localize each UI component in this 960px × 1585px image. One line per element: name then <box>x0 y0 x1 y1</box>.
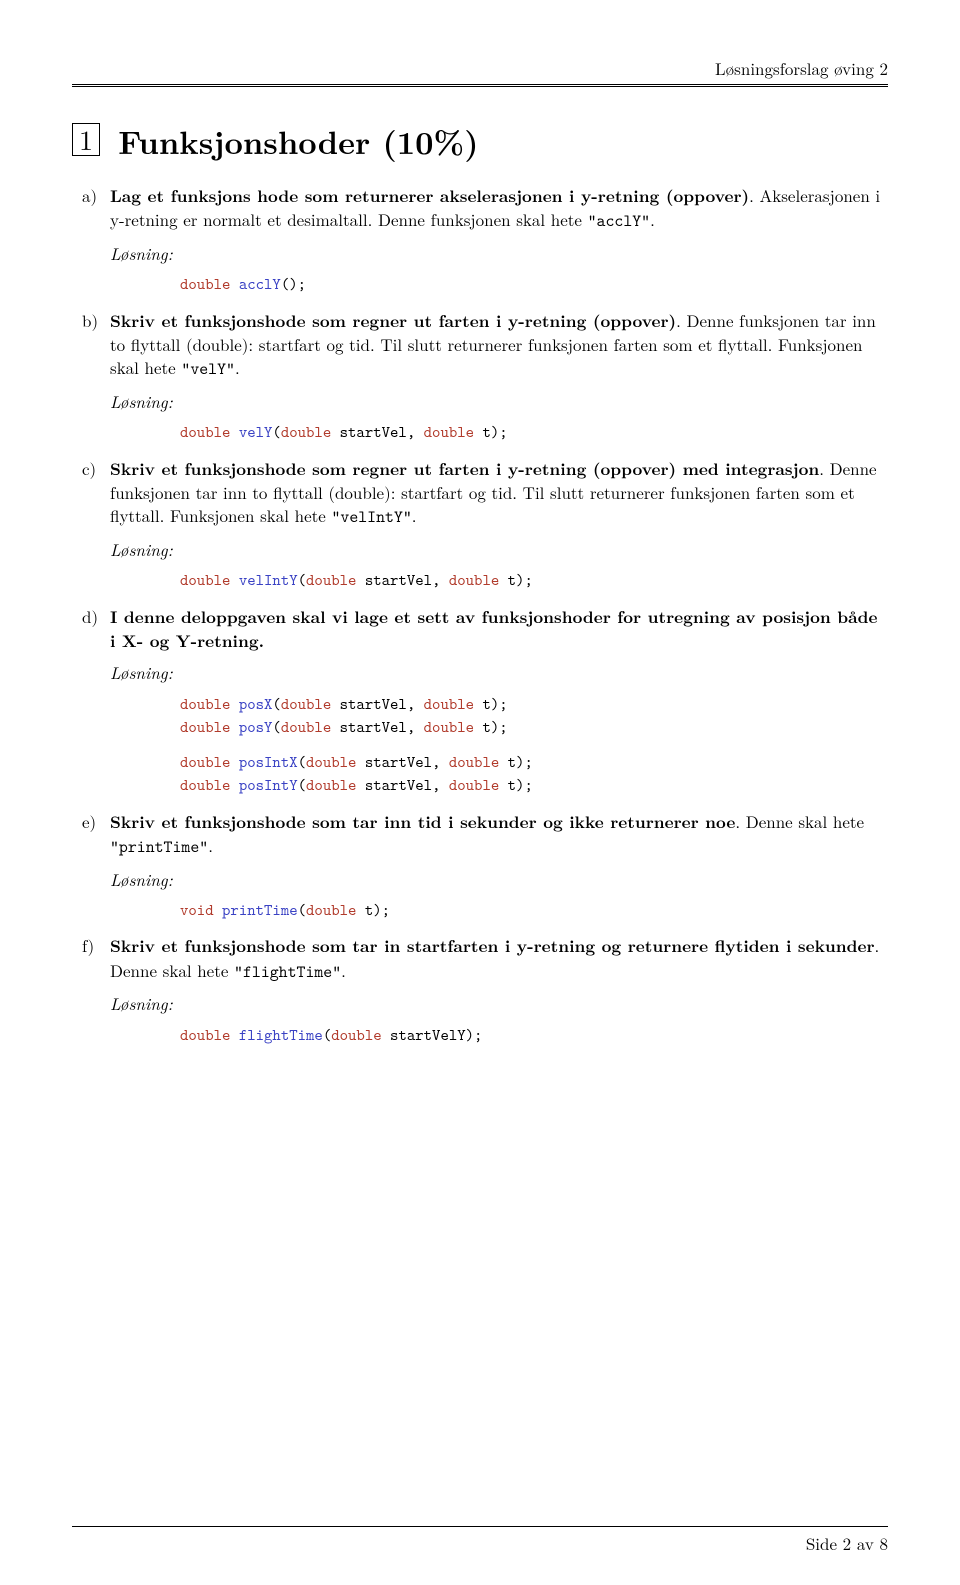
question-c-label: c) <box>82 457 96 480</box>
question-list: a) Lag et funksjons hode som returnerer … <box>72 184 888 1047</box>
question-a-label: a) <box>82 184 97 207</box>
solution-label-b: Løsning: <box>110 390 888 413</box>
solution-label-d: Løsning: <box>110 661 888 684</box>
question-c: c) Skriv et funksjonshode som regner ut … <box>110 457 888 593</box>
code-c: double velIntY(double startVel, double t… <box>180 569 888 592</box>
question-e-text2: . <box>208 833 213 857</box>
question-f: f) Skriv et funksjonshode som tar in sta… <box>110 934 888 1047</box>
footer: Side 2 av 8 <box>72 1526 888 1555</box>
question-d-label: d) <box>82 605 98 628</box>
solution-label-a: Løsning: <box>110 242 888 265</box>
question-d: d) I denne deloppgaven skal vi lage et s… <box>110 605 888 798</box>
question-e-tt: "printTime" <box>110 836 208 858</box>
question-b-label: b) <box>82 309 98 332</box>
solution-label-e: Løsning: <box>110 868 888 891</box>
question-a: a) Lag et funksjons hode som returnerer … <box>110 184 888 297</box>
header-rule <box>72 84 888 87</box>
question-b-tt: "velY" <box>181 358 235 380</box>
code-d-1: double posX(double startVel, double t); … <box>180 693 888 739</box>
question-f-tt: "flightTime" <box>234 961 341 983</box>
solution-label-f: Løsning: <box>110 992 888 1015</box>
question-a-text2: . <box>650 207 655 231</box>
solution-label-c: Løsning: <box>110 538 888 561</box>
section-title: 1 Funksjonshoder (10%) <box>72 119 888 164</box>
question-a-tt: "acclY" <box>588 210 650 232</box>
question-a-bold: Lag et funksjons hode som returnerer aks… <box>110 184 749 208</box>
page: Løsningsforslag øving 2 1 Funksjonshoder… <box>0 0 960 1585</box>
footer-rule <box>72 1526 888 1527</box>
question-f-bold: Skriv et funksjonshode som tar in startf… <box>110 934 875 958</box>
question-e-label: e) <box>82 810 96 833</box>
question-b-bold: Skriv et funksjonshode som regner ut far… <box>110 309 676 333</box>
question-f-text2: . <box>341 958 346 982</box>
question-f-label: f) <box>82 934 94 957</box>
page-number: Side 2 av 8 <box>72 1531 888 1555</box>
code-e: void printTime(double t); <box>180 899 888 922</box>
code-f: double flightTime(double startVelY); <box>180 1024 888 1047</box>
question-b: b) Skriv et funksjonshode som regner ut … <box>110 309 888 445</box>
question-d-bold: I denne deloppgaven skal vi lage et sett… <box>110 605 877 653</box>
question-e-bold: Skriv et funksjonshode som tar inn tid i… <box>110 810 735 834</box>
question-e: e) Skriv et funksjonshode som tar inn ti… <box>110 810 888 923</box>
code-d-2: double posIntX(double startVel, double t… <box>180 751 888 797</box>
code-a: double acclY(); <box>180 273 888 296</box>
section-title-text: Funksjonshoder (10%) <box>118 119 478 164</box>
question-c-tt: "velIntY" <box>331 506 411 528</box>
code-b: double velY(double startVel, double t); <box>180 421 888 444</box>
question-e-text1: . Denne skal hete <box>735 809 864 833</box>
question-c-text2: . <box>412 503 417 527</box>
question-c-bold: Skriv et funksjonshode som regner ut far… <box>110 457 819 481</box>
section-number-box: 1 <box>72 123 100 156</box>
header-right: Løsningsforslag øving 2 <box>72 56 888 80</box>
question-b-text2: . <box>235 355 240 379</box>
